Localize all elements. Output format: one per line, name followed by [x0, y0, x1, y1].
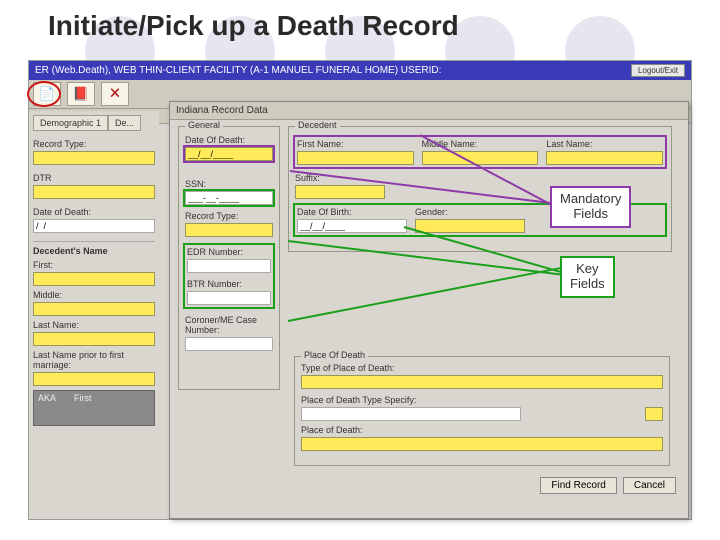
- label-dtr: DTR: [33, 173, 155, 183]
- decedent-name-heading: Decedent's Name: [33, 241, 155, 256]
- aka-box: AKA First: [33, 390, 155, 426]
- label-first-left: First:: [33, 260, 155, 270]
- record-type-field-left[interactable]: [33, 151, 155, 165]
- aka-label: AKA: [38, 393, 56, 423]
- place-type-field[interactable]: [301, 375, 663, 389]
- edr-field[interactable]: [187, 259, 271, 273]
- date-of-death-field-left[interactable]: [33, 219, 155, 233]
- last-prior-field[interactable]: [33, 372, 155, 386]
- slide-title: Initiate/Pick up a Death Record: [0, 0, 720, 48]
- gender-field[interactable]: [415, 219, 525, 233]
- place-of-death-fieldset: Place Of Death Type of Place of Death: P…: [294, 356, 670, 466]
- dialog-title: Indiana Record Data: [170, 102, 688, 120]
- find-record-button[interactable]: Find Record: [540, 477, 616, 494]
- label-place-specify: Place of Death Type Specify:: [301, 395, 637, 405]
- place-of-death-field[interactable]: [301, 437, 663, 451]
- suffix-field[interactable]: [295, 185, 385, 199]
- label-dob: Date Of Birth:: [297, 207, 407, 217]
- label-date-of-death: Date Of Death:: [185, 135, 273, 145]
- aka-first-label: First: [74, 393, 92, 423]
- last-field-left[interactable]: [33, 332, 155, 346]
- label-ssn: SSN:: [185, 179, 273, 189]
- place-legend: Place Of Death: [301, 350, 368, 360]
- label-middle-left: Middle:: [33, 290, 155, 300]
- cancel-button[interactable]: Cancel: [623, 477, 676, 494]
- decedent-legend: Decedent: [295, 120, 340, 130]
- record-data-dialog: Indiana Record Data General Date Of Deat…: [169, 101, 689, 519]
- ssn-field[interactable]: [185, 191, 273, 205]
- label-record-type-left: Record Type:: [33, 139, 155, 149]
- titlebar-text: ER (Web.Death), WEB THIN-CLIENT FACILITY…: [35, 65, 441, 76]
- first-name-field[interactable]: [297, 151, 414, 165]
- dtr-field[interactable]: [33, 185, 155, 199]
- label-first-name: First Name:: [297, 139, 414, 149]
- tab-de[interactable]: De...: [108, 115, 141, 131]
- middle-field-left[interactable]: [33, 302, 155, 316]
- label-date-of-death-left: Date of Death:: [33, 207, 155, 217]
- tab-demographic-1[interactable]: Demographic 1: [33, 115, 108, 131]
- middle-name-field[interactable]: [422, 151, 539, 165]
- first-field-left[interactable]: [33, 272, 155, 286]
- record-type-field[interactable]: [185, 223, 273, 237]
- coroner-field[interactable]: [185, 337, 273, 351]
- tab-strip: Demographic 1 De...: [33, 115, 155, 131]
- btr-field[interactable]: [187, 291, 271, 305]
- delete-icon[interactable]: 🗙: [101, 82, 129, 106]
- label-place-type: Type of Place of Death:: [301, 363, 663, 373]
- label-last-name: Last Name:: [546, 139, 663, 149]
- date-of-death-field[interactable]: [185, 147, 273, 161]
- label-last-left: Last Name:: [33, 320, 155, 330]
- label-record-type: Record Type:: [185, 211, 273, 221]
- last-name-field[interactable]: [546, 151, 663, 165]
- general-fieldset: General Date Of Death: SSN: Record Type:…: [178, 126, 280, 390]
- key-fields-callout: KeyFields: [560, 256, 615, 298]
- label-edr: EDR Number:: [187, 247, 271, 257]
- new-record-icon[interactable]: 📄: [33, 82, 61, 106]
- label-btr: BTR Number:: [187, 279, 271, 289]
- dialog-button-row: Find Record Cancel: [540, 477, 676, 494]
- place-specify-field[interactable]: [301, 407, 521, 421]
- left-panel: Demographic 1 De... Record Type: DTR Dat…: [29, 111, 159, 519]
- general-legend: General: [185, 120, 223, 130]
- registration-icon[interactable]: 📕: [67, 82, 95, 106]
- place-specify-code-field[interactable]: [645, 407, 663, 421]
- label-coroner: Coroner/ME Case Number:: [185, 315, 273, 335]
- label-gender: Gender:: [415, 207, 525, 217]
- label-place-of-death: Place of Death:: [301, 425, 663, 435]
- logout-button[interactable]: Logout/Exit: [631, 64, 685, 77]
- label-last-prior: Last Name prior to first marriage:: [33, 350, 155, 370]
- mandatory-fields-callout: MandatoryFields: [550, 186, 631, 228]
- dob-field[interactable]: [297, 219, 407, 233]
- window-titlebar: ER (Web.Death), WEB THIN-CLIENT FACILITY…: [29, 61, 691, 80]
